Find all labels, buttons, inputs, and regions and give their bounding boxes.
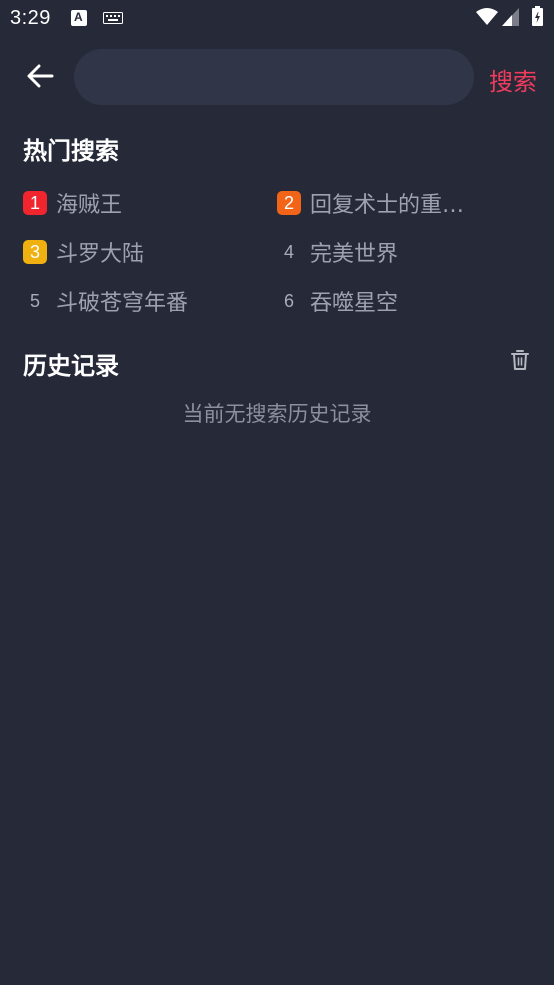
hot-search-item[interactable]: 2 回复术士的重…: [277, 185, 464, 221]
hot-search-item[interactable]: 1 海贼王: [23, 185, 122, 221]
wifi-icon: [476, 8, 498, 25]
signal-icon: [502, 8, 519, 26]
hot-search-label: 完美世界: [310, 242, 399, 267]
hot-search-item[interactable]: 5 斗破苍穹年番: [23, 283, 188, 319]
keyboard-icon: [103, 12, 123, 24]
rank-badge: 3: [23, 240, 47, 264]
hot-search-title: 热门搜索: [23, 137, 119, 165]
history-title: 历史记录: [23, 352, 119, 380]
notification-a-icon: A: [71, 10, 87, 26]
status-bar: 3:29 A: [0, 0, 554, 36]
rank-number: 6: [283, 290, 294, 311]
hot-search-label: 海贼王: [56, 193, 123, 218]
status-time: 3:29: [10, 7, 51, 29]
hot-search-label: 吞噬星空: [310, 291, 399, 316]
hot-search-label: 斗破苍穹年番: [56, 291, 189, 316]
hot-search-item[interactable]: 3 斗罗大陆: [23, 234, 144, 270]
rank-badge: 1: [23, 191, 47, 215]
search-button[interactable]: 搜索: [489, 62, 537, 97]
battery-icon: [532, 6, 543, 26]
search-header: 搜索: [0, 48, 554, 106]
rank-badge: 2: [277, 191, 301, 215]
hot-search-label: 斗罗大陆: [56, 242, 145, 267]
rank-number: 5: [29, 290, 40, 311]
search-box: [74, 49, 474, 105]
search-input[interactable]: [74, 49, 474, 105]
history-empty-message: 当前无搜索历史记录: [182, 402, 372, 426]
hot-search-item[interactable]: 4 完美世界: [277, 234, 398, 270]
back-button[interactable]: [22, 58, 58, 94]
hot-search-label: 回复术士的重…: [310, 193, 465, 218]
arrow-left-icon: [27, 64, 54, 88]
hot-search-item[interactable]: 6 吞噬星空: [277, 283, 398, 319]
rank-number: 4: [283, 241, 294, 262]
clear-history-trash-icon[interactable]: [510, 349, 530, 371]
